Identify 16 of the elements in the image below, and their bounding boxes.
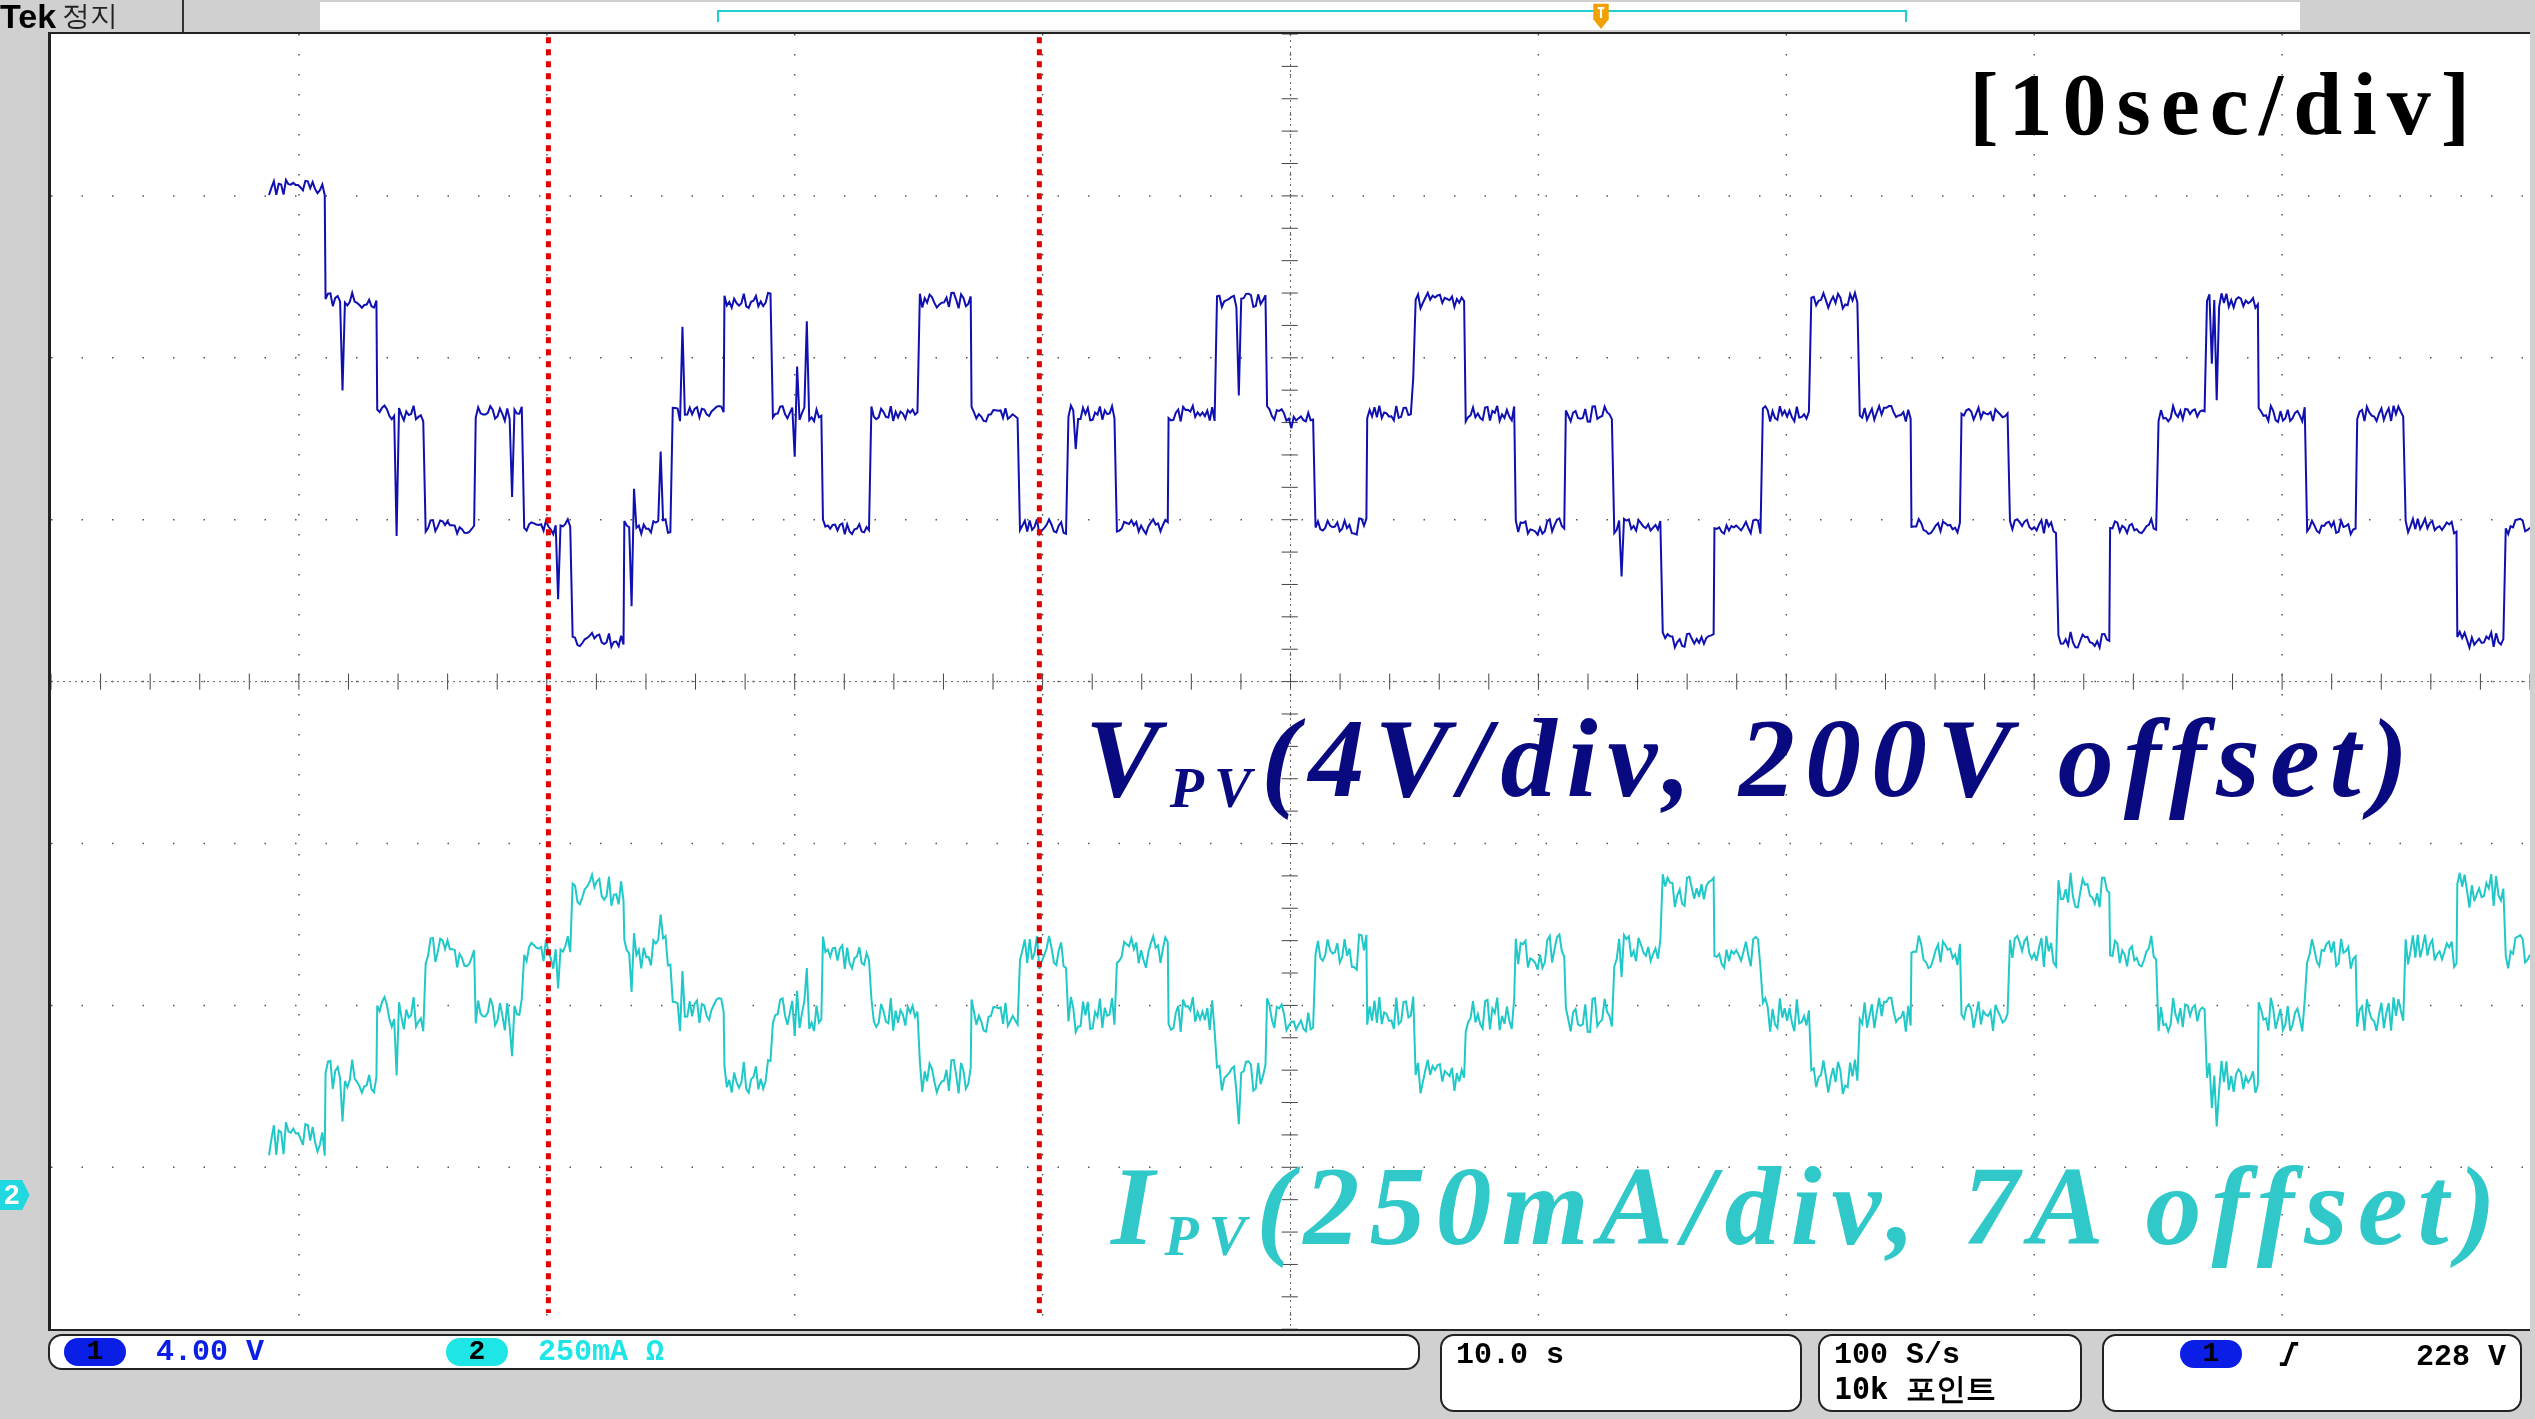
channel-badge: 1 bbox=[64, 1338, 126, 1367]
trigger-level: 228 V bbox=[2416, 1340, 2506, 1375]
channel-marker: 2 bbox=[0, 1180, 30, 1210]
timebase-value: 10.0 s bbox=[1456, 1338, 1566, 1373]
channel-scale: 4.00 V bbox=[156, 1335, 266, 1370]
trigger-source-badge: 1 bbox=[2180, 1340, 2242, 1369]
record-length: 10k 포인트 bbox=[1834, 1372, 1998, 1407]
rising-edge-icon bbox=[2278, 1340, 2300, 1369]
acquisition-status: 정지 bbox=[62, 0, 185, 32]
channel-badge: 2 bbox=[446, 1338, 508, 1367]
channel-scale: 250mA Ω bbox=[538, 1335, 666, 1370]
voltage-annotation: V$_{PV}$(4V/div, 200V offset) bbox=[1085, 695, 2418, 822]
current-annotation: I$_{PV}$(250mA/div, 7A offset) bbox=[1111, 1143, 2506, 1270]
timebase-annotation: [10sec/div] bbox=[1969, 55, 2480, 155]
brand-label: Tek bbox=[0, 0, 57, 32]
sample-rate: 100 S/s bbox=[1834, 1338, 1962, 1373]
